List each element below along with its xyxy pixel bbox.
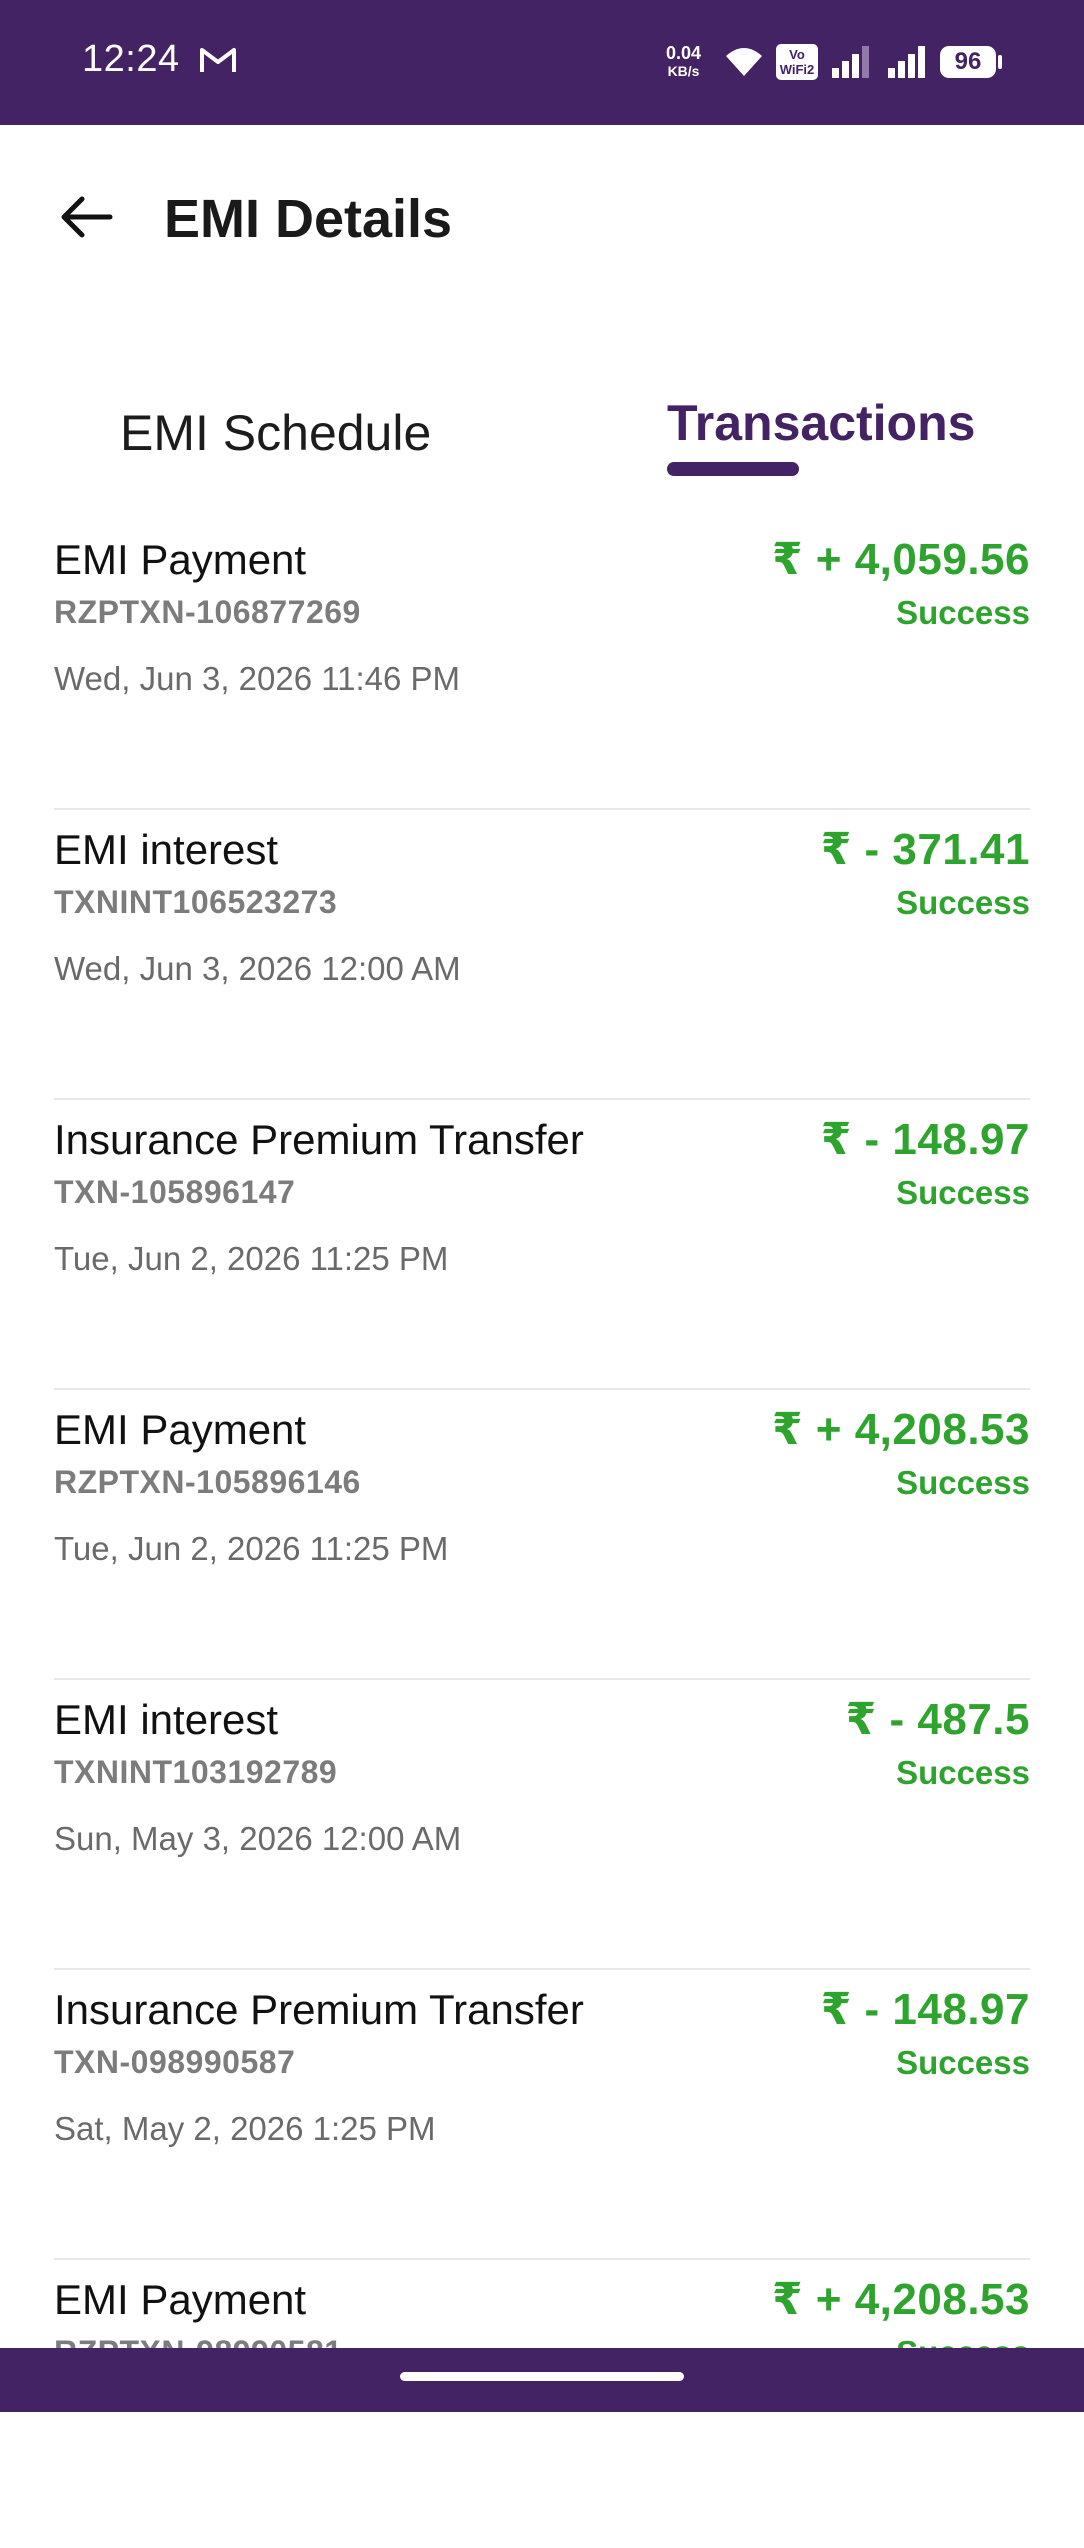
page-title: EMI Details bbox=[164, 189, 453, 249]
signal-icon bbox=[832, 46, 869, 78]
transaction-amount: ₹ + 4,059.56 bbox=[771, 535, 1030, 584]
transaction-date: Sat, May 2, 2026 1:25 PM bbox=[54, 2110, 436, 2147]
network-speed: 0.04 KB/s bbox=[666, 43, 702, 79]
status-time: 12:24 bbox=[82, 38, 180, 80]
transaction-id: RZPTXN-106877269 bbox=[54, 594, 361, 630]
transaction-status: Success bbox=[896, 594, 1030, 631]
vowifi-icon: Vo WiFi2 bbox=[776, 44, 818, 80]
transaction-id: TXNINT103192789 bbox=[54, 1754, 338, 1790]
transaction-date: Wed, Jun 3, 2026 12:00 AM bbox=[54, 950, 461, 987]
transaction-date: Sun, May 3, 2026 12:00 AM bbox=[54, 1820, 462, 1857]
transaction-amount: ₹ + 4,208.53 bbox=[771, 1405, 1030, 1454]
transaction-title: EMI Payment bbox=[54, 2276, 307, 2323]
transaction-amount: ₹ - 371.41 bbox=[820, 825, 1030, 874]
transaction-status: Success bbox=[896, 884, 1030, 921]
transaction-id: TXNINT106523273 bbox=[54, 884, 338, 920]
transaction-status: Success bbox=[896, 1464, 1030, 1501]
transaction-status: Success bbox=[896, 1754, 1030, 1791]
home-gesture-handle[interactable] bbox=[400, 2372, 684, 2381]
transaction-title: EMI Payment bbox=[54, 536, 307, 583]
transaction-item[interactable]: EMI Payment RZPTXN-105896146 Tue, Jun 2,… bbox=[54, 1390, 1030, 1680]
transaction-amount: ₹ - 148.97 bbox=[820, 1115, 1030, 1164]
active-tab-indicator bbox=[667, 462, 799, 476]
transaction-amount: ₹ - 148.97 bbox=[820, 1985, 1030, 2034]
transaction-title: Insurance Premium Transfer bbox=[54, 1116, 584, 1163]
transaction-title: EMI interest bbox=[54, 1696, 279, 1743]
transaction-status: Success bbox=[896, 2044, 1030, 2081]
signal-icon bbox=[888, 46, 925, 78]
transactions-list: EMI Payment RZPTXN-106877269 Wed, Jun 3,… bbox=[54, 520, 1030, 2548]
transaction-amount: ₹ + 4,208.53 bbox=[771, 2275, 1030, 2324]
battery-tip bbox=[998, 55, 1002, 69]
back-arrow-icon[interactable] bbox=[56, 192, 116, 242]
transaction-item[interactable]: EMI Payment RZPTXN-106877269 Wed, Jun 3,… bbox=[54, 520, 1030, 810]
transaction-id: TXN-098990587 bbox=[54, 2044, 296, 2080]
transaction-title: EMI interest bbox=[54, 826, 279, 873]
tab-emi-schedule[interactable]: EMI Schedule bbox=[120, 404, 431, 462]
gmail-icon bbox=[200, 48, 236, 72]
transaction-status: Success bbox=[896, 1174, 1030, 1211]
transaction-item[interactable]: Insurance Premium Transfer TXN-105896147… bbox=[54, 1100, 1030, 1390]
transaction-item[interactable]: EMI interest TXNINT106523273 Wed, Jun 3,… bbox=[54, 810, 1030, 1100]
transaction-date: Tue, Jun 2, 2026 11:25 PM bbox=[54, 1240, 449, 1277]
status-bar: 12:24 0.04 KB/s Vo WiFi2 96 bbox=[0, 0, 1084, 125]
transaction-date: Wed, Jun 3, 2026 11:46 PM bbox=[54, 660, 461, 697]
battery-icon: 96 bbox=[940, 46, 996, 78]
transaction-item[interactable]: EMI interest TXNINT103192789 Sun, May 3,… bbox=[54, 1680, 1030, 1970]
transaction-item[interactable]: Insurance Premium Transfer TXN-098990587… bbox=[54, 1970, 1030, 2260]
transaction-title: EMI Payment bbox=[54, 1406, 307, 1453]
transaction-date: Tue, Jun 2, 2026 11:25 PM bbox=[54, 1530, 449, 1567]
wifi-icon bbox=[726, 48, 762, 76]
transaction-id: TXN-105896147 bbox=[54, 1174, 296, 1210]
transaction-id: RZPTXN-105896146 bbox=[54, 1464, 361, 1500]
transaction-title: Insurance Premium Transfer bbox=[54, 1986, 584, 2033]
tab-transactions[interactable]: Transactions bbox=[667, 394, 975, 452]
system-nav-bar bbox=[0, 2348, 1084, 2412]
transaction-amount: ₹ - 487.5 bbox=[845, 1695, 1030, 1744]
